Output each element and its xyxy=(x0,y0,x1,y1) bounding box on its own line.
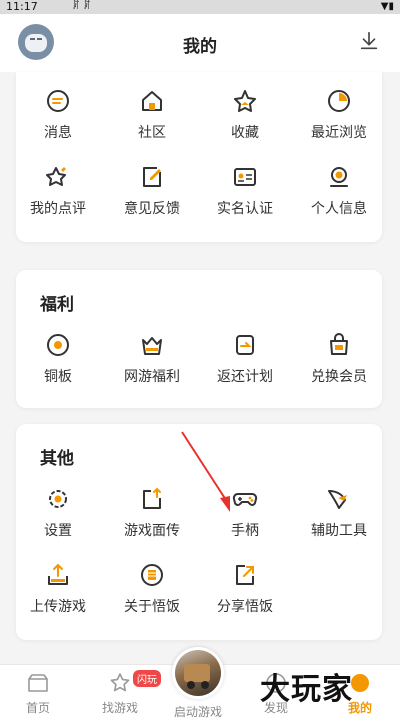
wheel-shape xyxy=(201,681,209,689)
grid-item-label: 游戏面传 xyxy=(124,523,180,539)
gamepad-icon xyxy=(232,493,258,506)
other-card: 其他 设置 游戏面传 手柄 辅助工具 上传游戏 关于悟饭 分享悟饭 xyxy=(16,424,382,640)
grid-item-about[interactable]: 关于悟饭 xyxy=(106,562,198,624)
section-title-other: 其他 xyxy=(40,449,74,469)
recent-icon xyxy=(328,90,350,112)
grid-item-label: 兑换会员 xyxy=(311,369,367,385)
tab-home[interactable]: 首页 xyxy=(0,671,76,716)
grid-item-community[interactable]: 社区 xyxy=(106,88,198,150)
grid-item-id-card[interactable]: 实名认证 xyxy=(199,164,291,226)
grid-item-label: 关于悟饭 xyxy=(124,599,180,615)
grid-item-label: 意见反馈 xyxy=(124,201,180,217)
grid-item-review[interactable]: 我的点评 xyxy=(12,164,104,226)
grid-item-label: 最近浏览 xyxy=(311,125,367,141)
gear-icon xyxy=(49,490,67,508)
share-icon xyxy=(236,565,254,585)
tab-label: 首页 xyxy=(25,701,50,715)
vip-bag-icon xyxy=(330,333,348,355)
grid-item-upload[interactable]: 上传游戏 xyxy=(12,562,104,624)
welfare-card: 福利 铜板 网游福利 返还计划 兑换会员 xyxy=(16,270,382,408)
grid-item-label: 铜板 xyxy=(44,369,72,385)
page-title: 我的 xyxy=(183,37,217,57)
flash-play-badge: 闪玩 xyxy=(132,669,162,688)
grid-item-refund[interactable]: 返还计划 xyxy=(199,332,291,394)
grid-item-recent[interactable]: 最近浏览 xyxy=(293,88,385,150)
grid-item-label: 消息 xyxy=(44,125,72,141)
grid-item-game-transfer[interactable]: 游戏面传 xyxy=(106,486,198,548)
tab-label: 找游戏 xyxy=(101,701,138,715)
wing-icon xyxy=(328,490,347,509)
upload-icon xyxy=(48,563,68,585)
grid-item-label: 返还计划 xyxy=(217,369,273,385)
review-icon xyxy=(46,167,66,186)
grid-item-coin[interactable]: 铜板 xyxy=(12,332,104,394)
grid-item-favorite[interactable]: 收藏 xyxy=(199,88,291,150)
grid-item-label: 分享悟饭 xyxy=(217,599,273,615)
star-icon xyxy=(110,673,130,692)
grid-item-settings[interactable]: 设置 xyxy=(12,486,104,548)
download-icon[interactable] xyxy=(358,30,380,52)
grid-item-label: 设置 xyxy=(44,523,72,539)
grid-item-label: 个人信息 xyxy=(311,201,367,217)
grid-item-message[interactable]: 消息 xyxy=(12,88,104,150)
grid-item-label: 手柄 xyxy=(231,523,259,539)
status-time: 11:17 xyxy=(6,0,38,13)
grid-item-label: 收藏 xyxy=(231,125,259,141)
grid-item-label: 我的点评 xyxy=(30,201,86,217)
grid-item-label: 上传游戏 xyxy=(30,599,86,615)
header: 我的 xyxy=(0,14,400,72)
gift-icon xyxy=(142,337,162,355)
grid-item-label: 社区 xyxy=(138,125,166,141)
favorite-icon xyxy=(234,90,256,112)
profile-icon xyxy=(330,167,348,187)
status-bar: 11:17 ꊲ ꊲ ▼▮ xyxy=(0,0,400,14)
grid-item-tools[interactable]: 辅助工具 xyxy=(293,486,385,548)
wheel-shape xyxy=(187,681,195,689)
launch-game-button[interactable] xyxy=(172,647,224,699)
refund-icon xyxy=(236,335,254,355)
grid-item-vip[interactable]: 兑换会员 xyxy=(293,332,385,394)
grid-item-share[interactable]: 分享悟饭 xyxy=(199,562,291,624)
grid-item-label: 网游福利 xyxy=(124,369,180,385)
coin-icon xyxy=(47,334,69,356)
feedback-icon xyxy=(143,167,161,187)
home-icon xyxy=(28,674,48,692)
grid-item-profile[interactable]: 个人信息 xyxy=(293,164,385,226)
message-icon xyxy=(47,90,69,112)
grid-item-gamepad[interactable]: 手柄 xyxy=(199,486,291,548)
notification-icons: ꊲ ꊲ xyxy=(72,1,91,12)
grid-item-feedback[interactable]: 意见反馈 xyxy=(106,164,198,226)
share-upload-icon xyxy=(143,487,161,509)
game-cover-icon xyxy=(175,650,221,696)
section-title-welfare: 福利 xyxy=(40,295,74,315)
truck-shape xyxy=(184,664,210,682)
grid-item-label: 实名认证 xyxy=(217,201,273,217)
id-card-icon xyxy=(234,168,256,186)
tab-label: 启动游戏 xyxy=(173,705,222,719)
watermark-logo: 大玩家 xyxy=(260,672,353,707)
about-icon xyxy=(141,564,163,586)
account-card: 消息 社区 收藏 最近浏览 我的点评 意见反馈 实名认证 个人信息 xyxy=(16,72,382,242)
community-icon xyxy=(142,91,162,111)
grid-item-label: 辅助工具 xyxy=(311,523,367,539)
grid-item-gift[interactable]: 网游福利 xyxy=(106,332,198,394)
signal-icon: ▼▮ xyxy=(380,1,394,12)
